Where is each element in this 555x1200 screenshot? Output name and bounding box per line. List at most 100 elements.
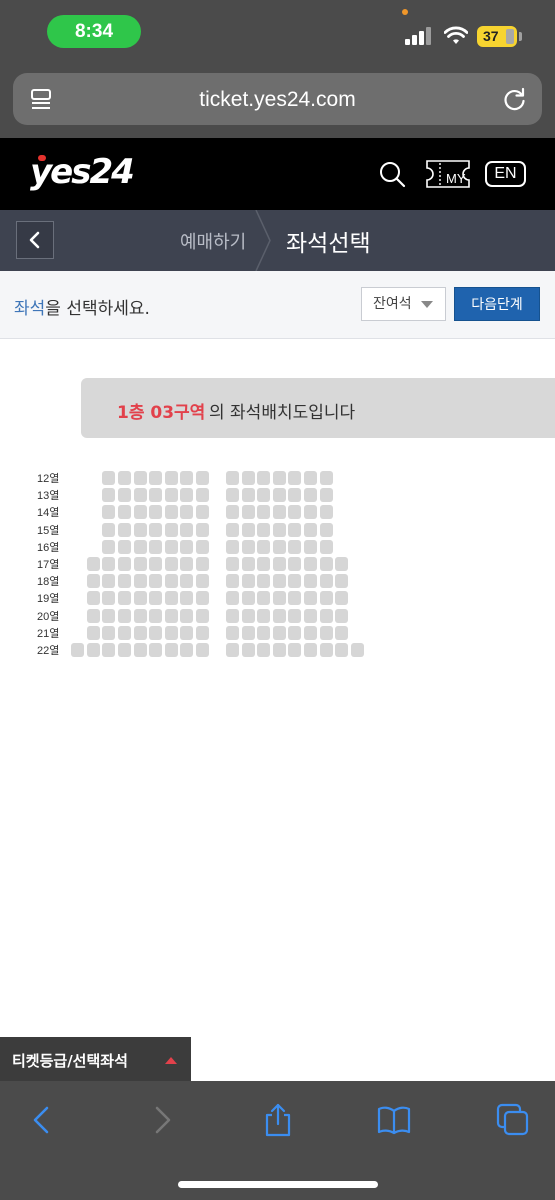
seat[interactable] [118, 608, 131, 623]
seat[interactable] [319, 488, 333, 503]
seat[interactable] [257, 505, 271, 520]
seat[interactable] [118, 539, 131, 554]
seat[interactable] [257, 557, 271, 571]
seat[interactable] [118, 557, 131, 571]
seat[interactable] [180, 574, 194, 589]
seat[interactable] [180, 625, 194, 640]
seat[interactable] [319, 625, 333, 640]
seat[interactable] [288, 591, 302, 606]
seat[interactable] [164, 608, 178, 623]
seat[interactable] [288, 625, 302, 640]
seat[interactable] [241, 643, 255, 657]
seat[interactable] [319, 471, 333, 485]
seat[interactable] [102, 488, 116, 503]
seat[interactable] [335, 625, 349, 640]
seat[interactable] [304, 643, 317, 657]
seat[interactable] [196, 471, 209, 485]
seat[interactable] [226, 643, 239, 657]
seat[interactable] [196, 608, 209, 623]
seat[interactable] [102, 471, 116, 485]
seat[interactable] [226, 505, 239, 520]
seat[interactable] [164, 574, 178, 589]
seat[interactable] [241, 574, 255, 589]
seat[interactable] [257, 488, 271, 503]
seat[interactable] [164, 505, 178, 520]
remaining-seats-dropdown[interactable]: 잔여석 [361, 287, 446, 321]
seat[interactable] [118, 471, 131, 485]
address-bar[interactable]: ticket.yes24.com [13, 73, 542, 125]
seat[interactable] [304, 557, 317, 571]
seat[interactable] [149, 643, 163, 657]
seat[interactable] [272, 488, 286, 503]
seat[interactable] [196, 539, 209, 554]
seat[interactable] [257, 471, 271, 485]
seat[interactable] [335, 608, 349, 623]
seat[interactable] [102, 539, 116, 554]
seat[interactable] [118, 643, 131, 657]
seat[interactable] [288, 488, 302, 503]
seat[interactable] [319, 539, 333, 554]
seat[interactable] [196, 522, 209, 537]
seat[interactable] [164, 471, 178, 485]
seat[interactable] [335, 557, 349, 571]
seat[interactable] [226, 591, 239, 606]
seat[interactable] [288, 522, 302, 537]
seat[interactable] [149, 488, 163, 503]
seat[interactable] [164, 557, 178, 571]
seat[interactable] [241, 625, 255, 640]
seat[interactable] [86, 643, 100, 657]
seat[interactable] [257, 539, 271, 554]
seat[interactable] [118, 522, 131, 537]
seat[interactable] [164, 539, 178, 554]
reload-icon[interactable] [502, 86, 528, 112]
seat[interactable] [319, 505, 333, 520]
seat[interactable] [133, 539, 147, 554]
seat[interactable] [304, 471, 317, 485]
seat[interactable] [118, 591, 131, 606]
seat[interactable] [196, 488, 209, 503]
seat[interactable] [272, 522, 286, 537]
seat[interactable] [257, 643, 271, 657]
forward-icon[interactable] [145, 1103, 179, 1137]
seat[interactable] [257, 574, 271, 589]
seat[interactable] [304, 591, 317, 606]
seat[interactable] [304, 625, 317, 640]
seat[interactable] [133, 488, 147, 503]
seat[interactable] [102, 608, 116, 623]
seat[interactable] [149, 505, 163, 520]
seat[interactable] [118, 505, 131, 520]
seat[interactable] [86, 625, 100, 640]
seat[interactable] [180, 608, 194, 623]
seat[interactable] [149, 539, 163, 554]
seat[interactable] [86, 557, 100, 571]
seat[interactable] [226, 608, 239, 623]
seat[interactable] [288, 557, 302, 571]
seat[interactable] [180, 505, 194, 520]
seat[interactable] [319, 522, 333, 537]
seat[interactable] [164, 591, 178, 606]
seat[interactable] [335, 591, 349, 606]
next-step-button[interactable]: 다음단계 [454, 287, 540, 321]
seat[interactable] [288, 574, 302, 589]
seat[interactable] [102, 522, 116, 537]
back-icon[interactable] [25, 1103, 59, 1137]
seat[interactable] [164, 643, 178, 657]
seat[interactable] [226, 522, 239, 537]
seat[interactable] [319, 643, 333, 657]
seat[interactable] [319, 591, 333, 606]
tabs-icon[interactable] [496, 1103, 530, 1137]
seat[interactable] [86, 574, 100, 589]
seat[interactable] [196, 505, 209, 520]
seat[interactable] [241, 522, 255, 537]
seat[interactable] [118, 488, 131, 503]
back-button[interactable] [16, 221, 54, 259]
seat[interactable] [272, 608, 286, 623]
seat[interactable] [86, 608, 100, 623]
seat[interactable] [196, 557, 209, 571]
seat[interactable] [133, 643, 147, 657]
seat[interactable] [272, 505, 286, 520]
seat[interactable] [241, 505, 255, 520]
seat[interactable] [118, 574, 131, 589]
seat[interactable] [149, 522, 163, 537]
seat[interactable] [241, 608, 255, 623]
